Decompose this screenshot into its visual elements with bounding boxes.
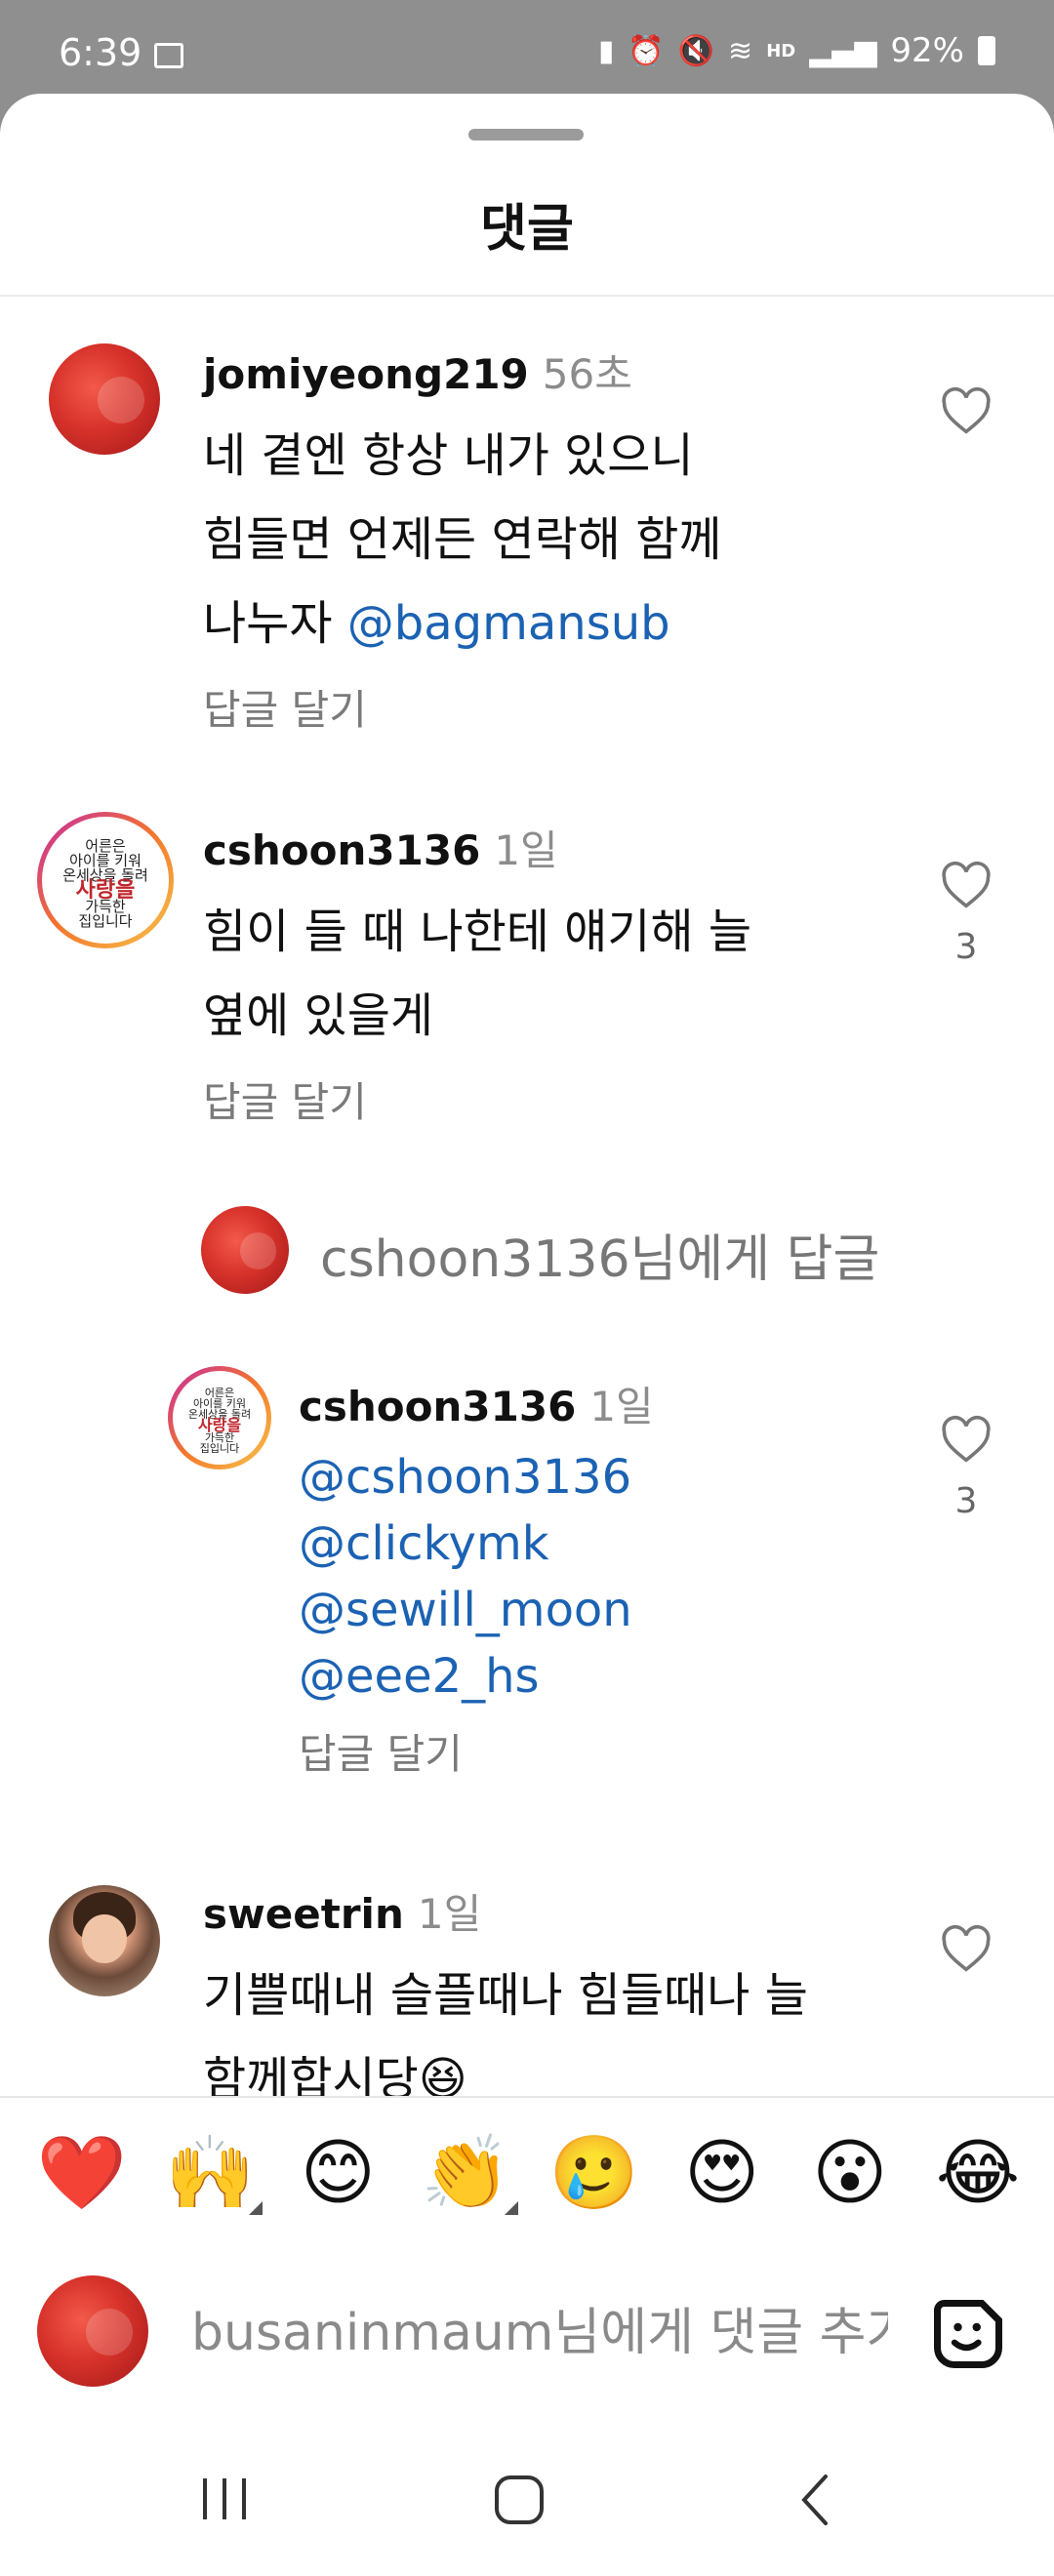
avatar[interactable]: 어른은 아이를 키워 온세상을 돌려 사랑을 가득한 집입니다 <box>37 812 174 948</box>
reply-button[interactable]: 답글 달기 <box>299 1721 463 1781</box>
mention-link[interactable]: @sewill_moon <box>299 1577 884 1643</box>
calligraphy-art: 어른은 아이를 키워 온세상을 돌려 사랑을 가득한 집입니다 <box>62 837 148 931</box>
calligraphy-art: 어른은 아이를 키워 온세상을 돌려 사랑을 가득한 집입니다 <box>187 1387 252 1456</box>
smile-emoji-button[interactable]: 😊 <box>283 2129 392 2217</box>
heart-eyes-emoji-button[interactable]: 😍 <box>668 2129 777 2217</box>
avatar[interactable] <box>49 343 160 455</box>
system-nav-bar <box>0 2424 1054 2576</box>
tear-emoji-button[interactable]: 🥲 <box>540 2129 649 2217</box>
comment-time: 56초 <box>542 350 632 398</box>
status-time: 6:39 <box>59 31 142 74</box>
like-count: 3 <box>954 1481 978 1521</box>
comment-time: 1일 <box>589 1383 654 1430</box>
comment-time: 1일 <box>494 826 558 874</box>
comment-text: @cshoon3136 @clickymk @sewill_moon @eee2… <box>299 1444 884 1710</box>
like-heart-icon[interactable] <box>940 1924 993 1973</box>
comment-text: 힘이 들 때 나한테 얘기해 늘 옆에 있을게 <box>203 905 752 1043</box>
mention-link[interactable]: @cshoon3136 <box>299 1444 884 1510</box>
divider <box>0 2096 1054 2098</box>
like-heart-icon[interactable] <box>940 1415 993 1464</box>
my-avatar <box>37 2275 148 2387</box>
comment-username[interactable]: cshoon3136 1일 <box>299 1374 654 1433</box>
battery-saver-icon: ▮ <box>597 33 615 68</box>
wifi-icon: ≋ <box>728 33 753 68</box>
comment-input[interactable]: busaninmaum님에게 댓글 추가... <box>191 2291 888 2364</box>
mention-link[interactable]: @eee2_hs <box>299 1643 884 1710</box>
raised-hands-emoji-button[interactable]: 🙌 <box>155 2129 264 2217</box>
comment-username[interactable]: cshoon3136 1일 <box>203 818 558 877</box>
sticker-icon[interactable] <box>927 2293 1009 2375</box>
alarm-icon: ⏰ <box>628 33 665 68</box>
hd-voice-icon: HD <box>766 40 796 61</box>
like-heart-icon[interactable] <box>940 861 993 909</box>
comment-username[interactable]: sweetrin 1일 <box>203 1881 481 1941</box>
gallery-icon <box>154 43 183 68</box>
emoji-quick-bar: ❤️ 🙌 😊 👏 🥲 😍 😮 😂 <box>27 2129 1033 2217</box>
avatar[interactable] <box>49 1885 160 1996</box>
battery-percentage: 92% <box>890 31 964 70</box>
heart-emoji-button[interactable]: ❤️ <box>27 2129 137 2217</box>
avatar <box>201 1206 289 1294</box>
reply-button[interactable]: 답글 달기 <box>203 1069 367 1129</box>
clap-emoji-button[interactable]: 👏 <box>411 2129 520 2217</box>
back-icon[interactable] <box>792 2473 841 2527</box>
like-count: 3 <box>954 927 978 967</box>
mention-link[interactable]: @bagmansub <box>347 596 670 651</box>
like-heart-icon[interactable] <box>940 386 993 435</box>
comment-time: 1일 <box>417 1890 482 1938</box>
battery-icon <box>978 36 995 65</box>
recent-apps-icon[interactable] <box>195 2473 254 2525</box>
status-icons: ▮ ⏰ 🔇 ≋ HD ▂▄▆ 92% <box>598 31 995 70</box>
sheet-drag-handle[interactable] <box>468 129 584 141</box>
laugh-emoji-button[interactable]: 😂 <box>923 2129 1033 2217</box>
reply-button[interactable]: 답글 달기 <box>203 677 367 737</box>
home-icon[interactable] <box>492 2473 547 2527</box>
thread-reply-input[interactable]: cshoon3136님에게 답글 <box>320 1218 1013 1291</box>
sheet-title: 댓글 <box>480 200 574 259</box>
surprised-emoji-button[interactable]: 😮 <box>795 2129 905 2217</box>
signal-icon: ▂▄▆ <box>809 33 877 68</box>
comment-username[interactable]: jomiyeong219 56초 <box>203 342 632 401</box>
comment-text: 네 곁엔 항상 내가 있으니 힘들면 언제든 연락해 함께 나누자 @bagma… <box>203 428 722 651</box>
mention-link[interactable]: @clickymk <box>299 1510 884 1577</box>
status-bar: 6:39 ▮ ⏰ 🔇 ≋ HD ▂▄▆ 92% <box>0 0 1054 98</box>
avatar[interactable]: 어른은 아이를 키워 온세상을 돌려 사랑을 가득한 집입니다 <box>168 1366 271 1469</box>
divider <box>0 295 1054 297</box>
mute-icon: 🔇 <box>677 33 715 68</box>
